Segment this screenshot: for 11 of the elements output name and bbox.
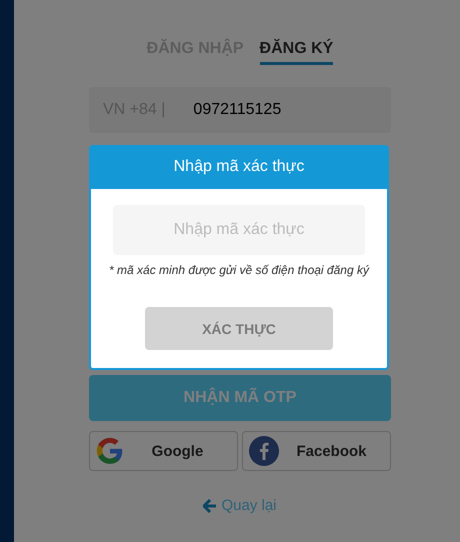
note-text: * mã xác minh được gửi về số điện thoại đăng ký [108,263,370,277]
tab[interactable]: ĐĂNG KÝ [260,40,334,65]
code-field[interactable]: Nhập mã xác thực [113,205,365,255]
back-label: Quay lại [221,497,277,514]
facebook-icon [249,436,279,466]
dialog-title: Nhập mã xác thực [91,147,387,189]
back-arrow-icon [203,498,218,512]
social-login-button[interactable]: Facebook [242,431,391,471]
google-icon [96,437,124,465]
phone-number: 0972115125 [193,101,282,119]
social-login-button[interactable]: Google [89,431,238,471]
